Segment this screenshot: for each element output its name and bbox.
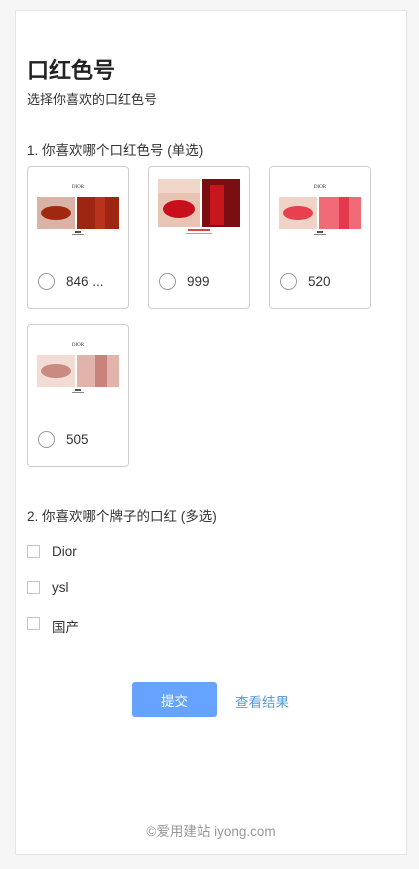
svg-text:DIOR: DIOR xyxy=(72,185,85,190)
option-999-label: 999 xyxy=(187,274,210,289)
dior-label: Dior xyxy=(52,544,77,559)
question-2-label: 2. 你喜欢哪个牌子的口红 (多选) xyxy=(27,509,217,524)
option-505-radio[interactable] xyxy=(38,431,55,448)
domestic-checkbox[interactable] xyxy=(27,617,40,630)
option-520[interactable]: DIOR 520 xyxy=(269,166,371,309)
option-846-label: 846 ... xyxy=(66,274,104,289)
ysl-label: ysl xyxy=(52,580,69,595)
page-subtitle: 选择你喜欢的口红色号 xyxy=(27,92,158,107)
option-505[interactable]: DIOR 505 xyxy=(27,324,129,467)
question-1-label: 1. 你喜欢哪个口红色号 (单选) xyxy=(27,143,204,158)
lipstick-846-image: DIOR xyxy=(37,179,119,237)
option-999-radio[interactable] xyxy=(159,273,176,290)
option-505-label: 505 xyxy=(66,432,89,447)
submit-button[interactable]: 提交 xyxy=(132,682,217,717)
survey-card: 口红色号 选择你喜欢的口红色号 1. 你喜欢哪个口红色号 (单选) DIOR 8… xyxy=(15,10,407,855)
view-results-link[interactable]: 查看结果 xyxy=(235,691,289,711)
lipstick-999-image xyxy=(158,179,240,237)
option-520-label: 520 xyxy=(308,274,331,289)
dior-checkbox[interactable] xyxy=(27,545,40,558)
option-846[interactable]: DIOR 846 ... xyxy=(27,166,129,309)
svg-text:DIOR: DIOR xyxy=(72,343,85,348)
page-title: 口红色号 xyxy=(27,58,116,83)
option-846-radio[interactable] xyxy=(38,273,55,290)
option-520-radio[interactable] xyxy=(280,273,297,290)
ysl-checkbox[interactable] xyxy=(27,581,40,594)
lipstick-505-image: DIOR xyxy=(37,337,119,395)
lipstick-520-image: DIOR xyxy=(279,179,361,237)
svg-text:DIOR: DIOR xyxy=(314,185,327,190)
footer-credit: ©爱用建站 iyong.com xyxy=(146,824,276,839)
option-999[interactable]: 999 xyxy=(148,166,250,309)
domestic-label: 国产 xyxy=(52,620,79,635)
